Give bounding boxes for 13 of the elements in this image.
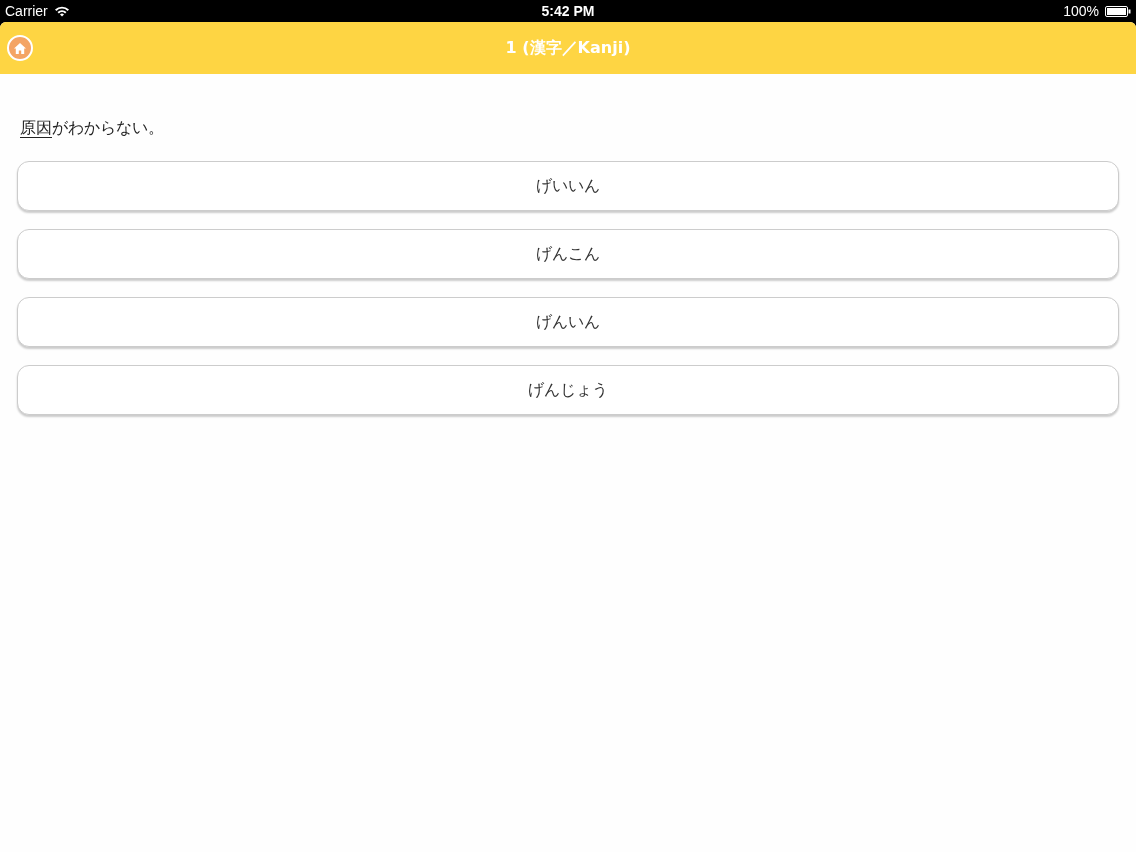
answer-button[interactable]: げんこん <box>17 229 1119 279</box>
screen-title: 1 (漢字／Kanji) <box>505 37 631 59</box>
clock-time: 5:42 PM <box>541 3 595 19</box>
answer-button[interactable]: げんじょう <box>17 365 1119 415</box>
carrier-name: Carrier <box>5 3 48 19</box>
battery-icon <box>1105 5 1131 17</box>
question-text: 原因がわからない。 <box>20 118 164 139</box>
battery-percent: 100% <box>1063 3 1099 19</box>
house-icon <box>14 42 26 54</box>
wifi-icon <box>53 5 70 17</box>
answer-button[interactable]: げんいん <box>17 297 1119 347</box>
home-button[interactable] <box>7 35 33 61</box>
answer-button[interactable]: げいいん <box>17 161 1119 211</box>
